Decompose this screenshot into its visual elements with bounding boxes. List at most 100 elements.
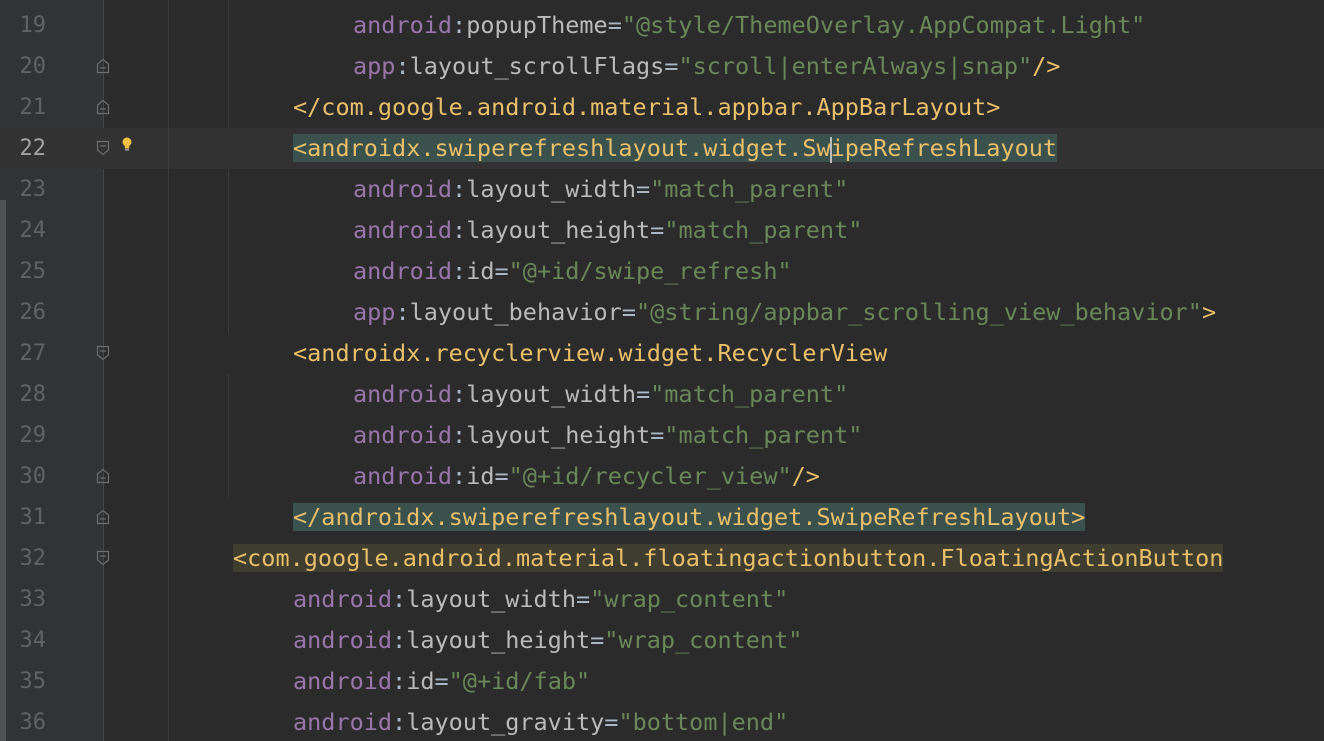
attribute-namespace: android bbox=[353, 257, 453, 285]
equals-sign: = bbox=[621, 298, 636, 326]
attribute-value: "@style/ThemeOverlay.AppCompat.Light" bbox=[621, 11, 1146, 39]
line-number[interactable]: 29 bbox=[8, 415, 47, 456]
equals-sign: = bbox=[434, 667, 449, 695]
code-text[interactable]: app:layout_scrollFlags="scroll|enterAlwa… bbox=[353, 46, 1060, 87]
equals-sign: = bbox=[650, 216, 665, 244]
fold-end-icon[interactable] bbox=[96, 468, 110, 484]
code-text[interactable]: android:layout_width="wrap_content" bbox=[293, 579, 788, 620]
equals-sign: = bbox=[635, 380, 651, 408]
xml-tag: </com.google.android.material.appbar.App… bbox=[293, 93, 1000, 121]
code-text[interactable]: android:popupTheme="@style/ThemeOverlay.… bbox=[353, 5, 1145, 46]
code-line[interactable]: 30 android:id="@+id/recycler_view"/> bbox=[0, 456, 1324, 497]
line-number[interactable]: 31 bbox=[8, 497, 47, 538]
tag-name: androidx.swiperefreshlayout.widget.Swipe… bbox=[321, 503, 1072, 531]
attribute-namespace: android bbox=[353, 380, 453, 408]
code-line[interactable]: 21 </com.google.android.material.appbar.A… bbox=[0, 87, 1324, 128]
attribute-namespace: android bbox=[353, 175, 453, 203]
code-line[interactable]: 33 android:layout_width="wrap_content" bbox=[0, 579, 1324, 620]
equals-sign: = bbox=[494, 462, 509, 490]
equals-sign: = bbox=[604, 708, 619, 736]
attribute-value: "scroll|enterAlways|snap" bbox=[678, 52, 1033, 80]
lightbulb-icon[interactable] bbox=[121, 136, 133, 152]
line-number[interactable]: 22 bbox=[8, 128, 47, 169]
line-number[interactable]: 21 bbox=[8, 87, 47, 128]
code-editor[interactable]: 19 android:popupTheme="@style/ThemeOverla… bbox=[0, 0, 1324, 741]
code-text[interactable]: android:layout_height="match_parent" bbox=[353, 415, 862, 456]
tag-close: /> bbox=[791, 462, 820, 490]
tag-name: com.google.android.material.appbar.AppBa… bbox=[321, 93, 987, 121]
fold-end-icon[interactable] bbox=[96, 99, 110, 115]
code-line[interactable]: 34 android:layout_height="wrap_content" bbox=[0, 620, 1324, 661]
code-text[interactable]: <androidx.recyclerview.widget.RecyclerVi… bbox=[293, 333, 887, 374]
code-line[interactable]: 26 app:layout_behavior="@string/appbar_sc… bbox=[0, 292, 1324, 333]
code-line[interactable]: 25 android:id="@+id/swipe_refresh" bbox=[0, 251, 1324, 292]
code-line[interactable]: 19 android:popupTheme="@style/ThemeOverla… bbox=[0, 5, 1324, 46]
attribute-name: popupTheme bbox=[466, 11, 608, 39]
equals-sign: = bbox=[494, 257, 509, 285]
line-number[interactable]: 34 bbox=[8, 620, 47, 661]
tag-name: androidx.recyclerview.widget.RecyclerVie… bbox=[307, 339, 888, 367]
line-number[interactable]: 20 bbox=[8, 46, 47, 87]
fold-end-icon[interactable] bbox=[96, 509, 110, 525]
attribute-name: layout_width bbox=[466, 175, 636, 203]
code-line[interactable]: 20 app:layout_scrollFlags="scroll|enterAl… bbox=[0, 46, 1324, 87]
namespace-separator: : bbox=[452, 11, 467, 39]
namespace-separator: : bbox=[392, 708, 407, 736]
equals-sign: = bbox=[635, 175, 651, 203]
code-text[interactable]: android:layout_width="match_parent" bbox=[353, 374, 848, 415]
line-number[interactable]: 23 bbox=[8, 169, 47, 210]
code-text[interactable]: app:layout_behavior="@string/appbar_scro… bbox=[353, 292, 1216, 333]
fold-collapse-icon[interactable] bbox=[96, 140, 110, 156]
code-line[interactable]: 22 <androidx.swiperefreshlayout.widget.Sw… bbox=[0, 128, 1324, 169]
tag-open: < bbox=[293, 134, 308, 162]
code-text[interactable]: android:layout_width="match_parent" bbox=[353, 169, 848, 210]
code-text[interactable]: android:layout_height="wrap_content" bbox=[293, 620, 802, 661]
tag-open: </ bbox=[293, 503, 322, 531]
line-number[interactable]: 19 bbox=[8, 5, 47, 46]
code-line[interactable]: 35 android:id="@+id/fab" bbox=[0, 661, 1324, 702]
code-text[interactable]: android:id="@+id/swipe_refresh" bbox=[353, 251, 792, 292]
code-line[interactable]: 27 <androidx.recyclerview.widget.Recycler… bbox=[0, 333, 1324, 374]
code-text[interactable]: <androidx.swiperefreshlayout.widget.Swip… bbox=[293, 128, 1058, 169]
tag-close: > bbox=[1201, 298, 1217, 326]
attribute-name: layout_gravity bbox=[406, 708, 605, 736]
code-line[interactable]: 36 android:layout_gravity="bottom|end" bbox=[0, 702, 1324, 741]
code-text[interactable]: android:id="@+id/recycler_view"/> bbox=[353, 456, 820, 497]
namespace-separator: : bbox=[452, 257, 467, 285]
namespace-separator: : bbox=[452, 462, 467, 490]
code-text[interactable]: android:layout_height="match_parent" bbox=[353, 210, 862, 251]
line-number[interactable]: 27 bbox=[8, 333, 47, 374]
code-line[interactable]: 29 android:layout_height="match_parent" bbox=[0, 415, 1324, 456]
attribute-value: "wrap_content" bbox=[590, 585, 789, 613]
code-line[interactable]: 31 </androidx.swiperefreshlayout.widget.S… bbox=[0, 497, 1324, 538]
line-number[interactable]: 25 bbox=[8, 251, 47, 292]
line-number[interactable]: 36 bbox=[8, 702, 47, 741]
fold-end-icon[interactable] bbox=[96, 58, 110, 74]
namespace-separator: : bbox=[392, 667, 407, 695]
code-line[interactable]: 28 android:layout_width="match_parent" bbox=[0, 374, 1324, 415]
fold-collapse-icon[interactable] bbox=[96, 345, 110, 361]
line-number[interactable]: 32 bbox=[8, 538, 47, 579]
code-text[interactable]: </androidx.swiperefreshlayout.widget.Swi… bbox=[293, 497, 1086, 538]
equals-sign: = bbox=[590, 626, 605, 654]
code-text[interactable]: android:id="@+id/fab" bbox=[293, 661, 590, 702]
line-number[interactable]: 28 bbox=[8, 374, 47, 415]
line-number[interactable]: 24 bbox=[8, 210, 47, 251]
code-line[interactable]: 24 android:layout_height="match_parent" bbox=[0, 210, 1324, 251]
code-line[interactable]: 23 android:layout_width="match_parent" bbox=[0, 169, 1324, 210]
xml-tag: <androidx.recyclerview.widget.RecyclerVi… bbox=[293, 339, 887, 367]
code-text[interactable]: <com.google.android.material.floatingact… bbox=[233, 538, 1224, 579]
line-number[interactable]: 30 bbox=[8, 456, 47, 497]
fold-collapse-icon[interactable] bbox=[96, 550, 110, 566]
attribute-value: "@string/appbar_scrolling_view_behavior" bbox=[636, 298, 1202, 326]
code-line[interactable]: 32 <com.google.android.material.floatinga… bbox=[0, 538, 1324, 579]
attribute-name: layout_width bbox=[466, 380, 636, 408]
code-text[interactable]: android:layout_gravity="bottom|end" bbox=[293, 702, 788, 741]
tag-name: ipeRefreshLayout bbox=[830, 134, 1058, 162]
line-number[interactable]: 33 bbox=[8, 579, 47, 620]
code-text[interactable]: </com.google.android.material.appbar.App… bbox=[293, 87, 1000, 128]
line-number[interactable]: 35 bbox=[8, 661, 47, 702]
tag-close: > bbox=[1071, 503, 1086, 531]
namespace-separator: : bbox=[392, 585, 407, 613]
line-number[interactable]: 26 bbox=[8, 292, 47, 333]
